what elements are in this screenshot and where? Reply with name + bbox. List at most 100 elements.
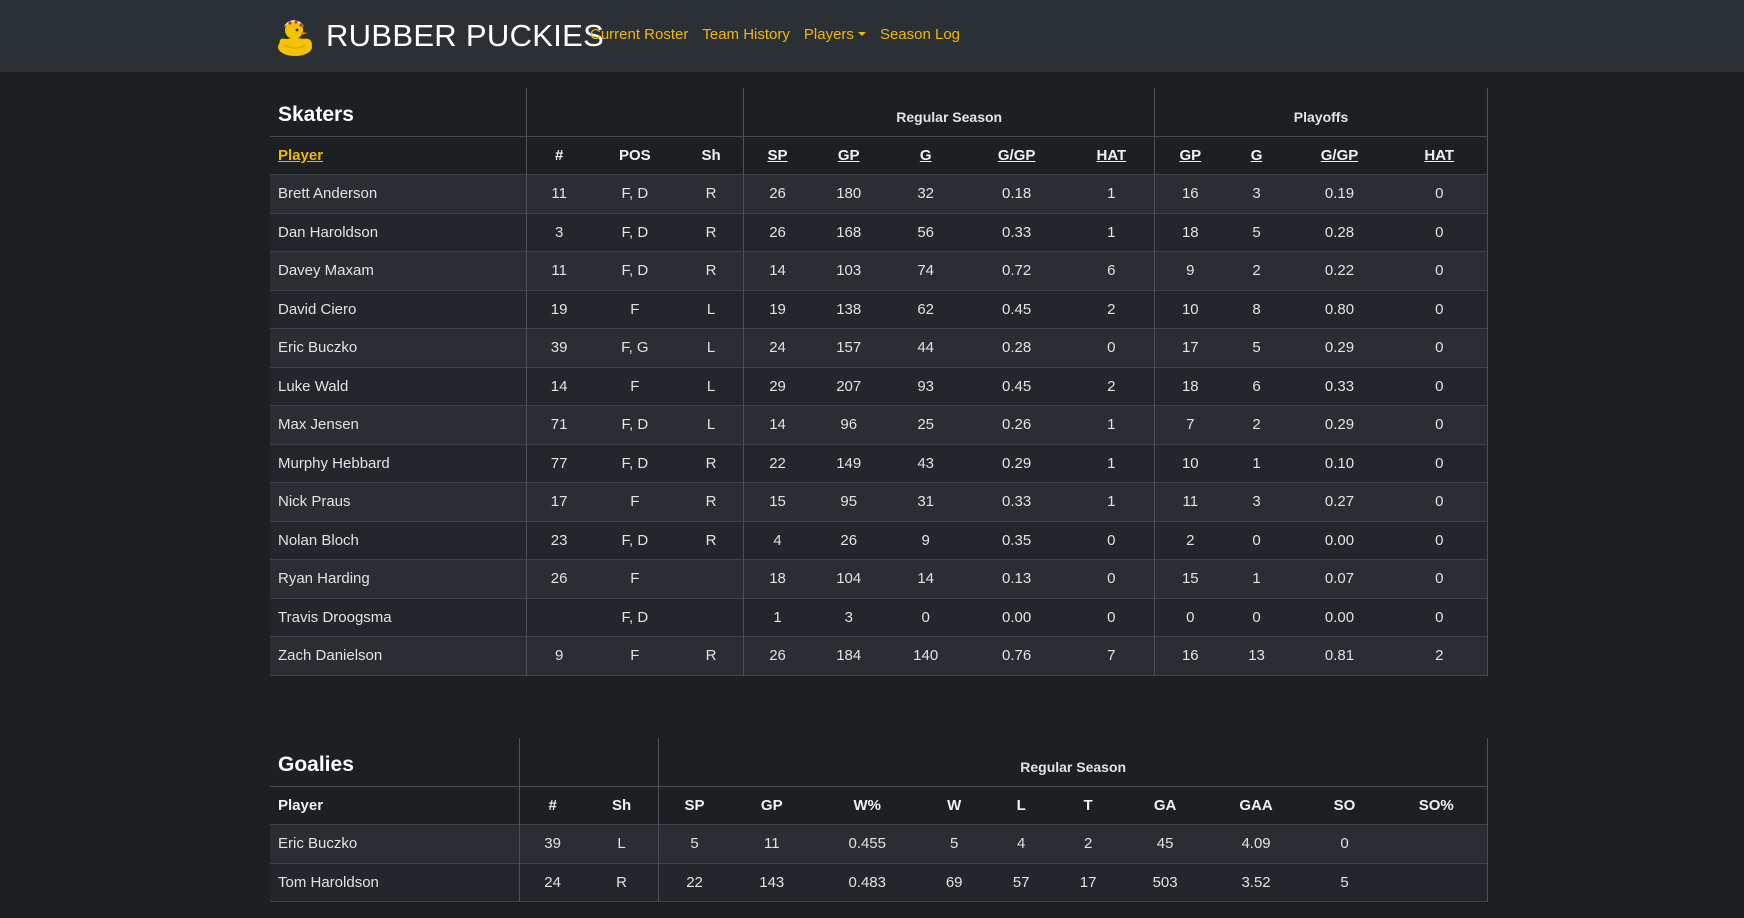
stat-cell: 69 (945, 873, 963, 891)
stat-cell: R (678, 444, 745, 483)
goalie-col-w: W (920, 785, 988, 825)
stat-cell: 103 (836, 262, 862, 280)
stat-cell: 26 (550, 570, 568, 588)
stat-cell: 0 (1068, 559, 1156, 598)
stat-cell: F, D (621, 223, 649, 241)
stat-cell: 2 (1068, 290, 1156, 329)
goalies-title: Goalies (270, 738, 521, 786)
brand-link[interactable]: RUBBER PUCKIES (276, 14, 604, 58)
stat-cell: 0 (1391, 405, 1489, 444)
stat-cell: 43 (917, 454, 935, 472)
stat-cell: 0 (1252, 531, 1261, 549)
goalie-col-gaa: GAA (1208, 785, 1304, 825)
stat-cell: 5 (950, 835, 959, 853)
nav-team-history[interactable]: Team History (702, 26, 790, 43)
sort-g-link[interactable]: G (920, 147, 932, 164)
stat-cell: 157 (836, 339, 862, 357)
stat-cell: 18 (1181, 377, 1199, 395)
player-name: Max Jensen (270, 405, 528, 444)
table-row: Murphy Hebbard 77 F, D R 22 149 43 0.29 1 10 1 0.10… (270, 444, 1489, 483)
skaters-table: Skaters Regular Season Playoffs Player #… (270, 88, 1489, 676)
stat-cell (527, 598, 591, 637)
stat-cell: 14 (917, 570, 935, 588)
stat-cell: R (678, 174, 745, 213)
nav-current-roster[interactable]: Current Roster (590, 26, 688, 43)
stat-cell: 23 (550, 531, 568, 549)
sort-hat-link[interactable]: HAT (1096, 147, 1126, 164)
player-name: Nick Praus (270, 482, 528, 521)
stat-cell: L (678, 290, 745, 329)
stat-cell: 1 (1252, 570, 1261, 588)
navbar: RUBBER PUCKIES Current Roster Team Histo… (0, 0, 1744, 72)
stat-cell: L (584, 824, 660, 863)
nav-players-dropdown[interactable]: Players (804, 26, 866, 43)
stat-cell: 3 (1252, 493, 1261, 511)
stat-cell: 1 (1068, 213, 1156, 252)
sort-gp-link[interactable]: GP (838, 147, 860, 164)
stat-cell: 104 (836, 570, 862, 588)
stat-cell: F (630, 647, 640, 665)
stat-cell: 14 (769, 262, 786, 280)
sort-playoff-ggp-link[interactable]: G/GP (1321, 147, 1359, 164)
stat-cell: 74 (917, 262, 935, 280)
stat-cell: 5 (1252, 339, 1261, 357)
goalie-col-shoots: Sh (584, 785, 660, 825)
stat-cell: 9 (921, 531, 930, 549)
stat-cell: F (630, 570, 640, 588)
stat-cell: 18 (1181, 223, 1199, 241)
stat-cell: R (678, 636, 745, 675)
stat-cell: 0 (921, 608, 930, 626)
player-name: Dan Haroldson (270, 213, 528, 252)
stat-cell: 0.76 (1002, 647, 1032, 665)
stat-cell: 0.19 (1324, 185, 1355, 203)
stat-cell: 62 (917, 300, 935, 318)
stat-cell: 45 (1156, 835, 1174, 853)
stat-cell: 3 (844, 608, 853, 626)
stat-cell: 0 (1340, 835, 1349, 853)
stat-cell: 0 (1391, 290, 1489, 329)
goalie-col-so-pct: SO% (1385, 785, 1489, 825)
stat-cell (678, 559, 745, 598)
stat-cell: 15 (769, 493, 786, 511)
stat-cell: 71 (550, 416, 568, 434)
stat-cell: 4 (773, 531, 782, 549)
stat-cell: 22 (686, 873, 703, 891)
stat-cell: 140 (913, 647, 939, 665)
col-shoots: Sh (678, 135, 745, 175)
stat-cell: F, D (621, 531, 649, 549)
stat-cell: 32 (917, 185, 935, 203)
sort-playoff-gp-link[interactable]: GP (1179, 147, 1201, 164)
stat-cell: 0 (1068, 598, 1156, 637)
goalie-col-l: L (987, 785, 1055, 825)
nav-season-log[interactable]: Season Log (880, 26, 960, 43)
stat-cell: 0.28 (1324, 223, 1355, 241)
stat-cell: 0 (1391, 559, 1489, 598)
stat-cell: F (630, 493, 640, 511)
sort-sp-link[interactable]: SP (768, 147, 788, 164)
stat-cell: F, D (621, 608, 649, 626)
stat-cell: 0.80 (1324, 300, 1355, 318)
skaters-rows: Brett Anderson 11 F, D R 26 180 32 0.18 1 16 3 0.19… (270, 174, 1489, 675)
stat-cell: 9 (554, 647, 564, 665)
stat-cell: F, D (621, 185, 649, 203)
table-row: Brett Anderson 11 F, D R 26 180 32 0.18 1 16 3 0.19… (270, 174, 1489, 213)
stat-cell: 19 (550, 300, 568, 318)
stat-cell: 10 (1181, 300, 1199, 318)
stat-cell: 0.72 (1002, 262, 1032, 280)
stat-cell: 2 (1068, 367, 1156, 406)
goalie-col-ga: GA (1121, 785, 1209, 825)
table-row: Max Jensen 71 F, D L 14 96 25 0.26 1 7 2 0.29 0 (270, 405, 1489, 444)
sort-playoff-hat-link[interactable]: HAT (1424, 147, 1454, 164)
stat-cell: 0 (1186, 608, 1195, 626)
sort-ggp-link[interactable]: G/GP (998, 147, 1036, 164)
stat-cell: 93 (917, 377, 935, 395)
stat-cell: 14 (550, 377, 568, 395)
player-name: Luke Wald (270, 367, 528, 406)
stat-cell: 3.52 (1241, 873, 1271, 891)
sort-playoff-g-link[interactable]: G (1251, 147, 1263, 164)
stat-cell: 0 (1391, 482, 1489, 521)
sort-player-link[interactable]: Player (278, 147, 323, 164)
stat-cell: 0.00 (1324, 531, 1355, 549)
stat-cell: 1 (1068, 405, 1156, 444)
table-row: Eric Buczko 39 L 5 11 0.455 5 4 2 45 4.09 0 (270, 824, 1489, 863)
